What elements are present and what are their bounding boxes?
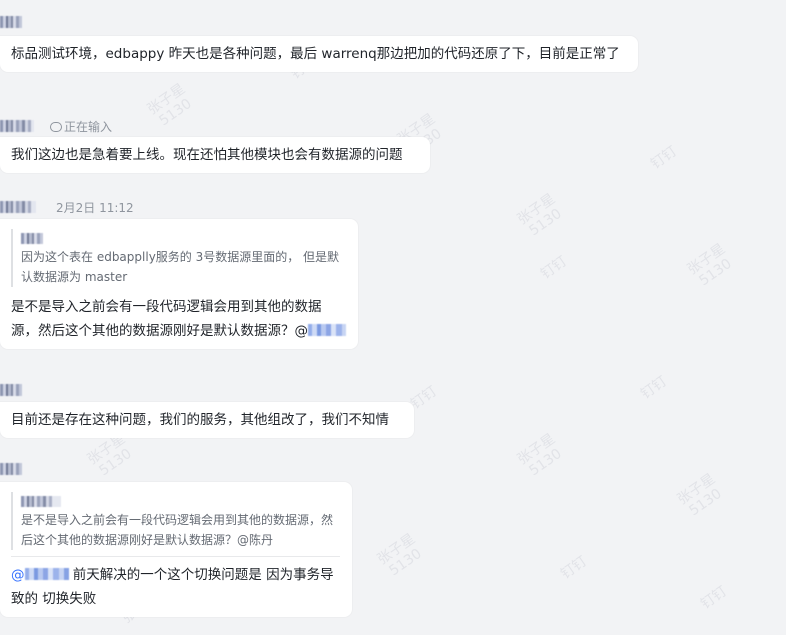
message-sender[interactable]: 2月2日 11:12 <box>0 199 134 215</box>
watermark: 钉钉 <box>637 373 671 403</box>
quote-text: 是不是导入之前会有一段代码逻辑会用到其他的数据源，然后这个其他的数据源刚好是默认… <box>21 513 334 547</box>
quoted-message[interactable]: 是不是导入之前会有一段代码逻辑会用到其他的数据源，然后这个其他的数据源刚好是默认… <box>11 492 340 550</box>
message-bubble[interactable]: 目前还是存在这种问题，我们的服务，其他组改了，我们不知情 <box>0 402 414 438</box>
sender-name-redacted <box>0 16 22 28</box>
sender-name-redacted <box>0 463 22 475</box>
watermark: 张子星5130 <box>514 430 565 480</box>
message-text: 标品测试环境，edbappy 昨天也是各种问题，最后 warrenq那边把加的代… <box>11 46 620 62</box>
watermark: 钉钉 <box>537 253 571 283</box>
message-text: 是不是导入之前会有一段代码逻辑会用到其他的数据源，然后这个其他的数据源刚好是默认… <box>11 299 322 339</box>
quote-author-redacted <box>21 495 61 507</box>
quoted-message[interactable]: 因为这个表在 edbapplly服务的 3号数据源里面的， 但是默认数据源为 m… <box>11 229 346 287</box>
message-sender[interactable]: 正在输入 <box>0 118 112 134</box>
message-text: 我们这边也是急着要上线。现在还怕其他模块也会有数据源的问题 <box>11 147 403 163</box>
mention-link[interactable] <box>308 324 346 336</box>
watermark: 张子星5130 <box>144 80 195 130</box>
message-sender[interactable] <box>0 382 22 398</box>
message-sender[interactable] <box>0 14 22 30</box>
message-bubble[interactable]: 因为这个表在 edbapplly服务的 3号数据源里面的， 但是默认数据源为 m… <box>0 219 358 349</box>
watermark: 张子星5130 <box>84 430 135 480</box>
quote-author <box>21 492 340 510</box>
mention-link[interactable]: @ <box>11 567 69 583</box>
quote-author <box>21 229 346 247</box>
watermark: 张子星5130 <box>514 190 565 240</box>
watermark: 张子星5130 <box>674 470 725 520</box>
message-bubble[interactable]: 我们这边也是急着要上线。现在还怕其他模块也会有数据源的问题 <box>0 137 430 173</box>
message-sender[interactable] <box>0 461 22 477</box>
sender-name-redacted <box>0 120 34 132</box>
mention-name-redacted <box>24 568 69 580</box>
message-bubble[interactable]: 标品测试环境，edbappy 昨天也是各种问题，最后 warrenq那边把加的代… <box>0 36 638 72</box>
typing-status: 正在输入 <box>50 118 112 135</box>
watermark: 钉钉 <box>557 553 591 583</box>
watermark: 张子星5130 <box>374 530 425 580</box>
message-bubble[interactable]: 是不是导入之前会有一段代码逻辑会用到其他的数据源，然后这个其他的数据源刚好是默认… <box>0 482 352 617</box>
watermark: 张子星5130 <box>684 240 735 290</box>
typing-icon <box>50 121 62 132</box>
sender-name-redacted <box>0 384 22 396</box>
message-text: 目前还是存在这种问题，我们的服务，其他组改了，我们不知情 <box>11 412 389 428</box>
quote-text: 因为这个表在 edbapplly服务的 3号数据源里面的， 但是默认数据源为 m… <box>21 250 340 284</box>
watermark: 钉钉 <box>647 143 681 173</box>
watermark: 钉钉 <box>697 583 731 613</box>
quote-author-redacted <box>21 232 43 244</box>
sender-name-redacted <box>0 201 36 213</box>
quote-divider <box>11 556 340 557</box>
message-timestamp: 2月2日 11:12 <box>56 200 134 215</box>
